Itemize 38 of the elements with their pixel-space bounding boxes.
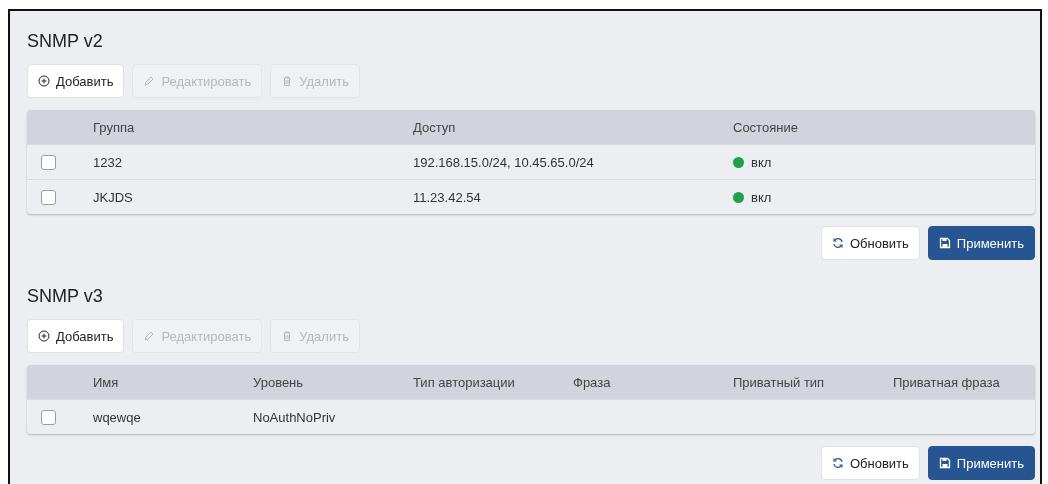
- row-checkbox[interactable]: [41, 189, 56, 205]
- row-checkbox[interactable]: [41, 154, 56, 170]
- save-icon: [938, 457, 951, 469]
- pencil-icon: [143, 330, 156, 342]
- refresh-button[interactable]: Обновить: [820, 446, 920, 480]
- table-cell-text: JKJDS: [93, 189, 134, 205]
- column-header: Состояние: [733, 119, 799, 135]
- refresh-button[interactable]: Обновить: [820, 226, 920, 260]
- column-header: Уровень: [253, 374, 305, 390]
- trash-icon: [281, 75, 294, 87]
- trash-icon: [281, 330, 294, 342]
- save-icon: [938, 237, 951, 249]
- plus-circle-icon: [38, 330, 50, 342]
- add-button[interactable]: Добавить: [27, 64, 125, 98]
- row-checkbox[interactable]: [41, 409, 56, 425]
- status-text: вкл: [751, 189, 772, 205]
- status-text: вкл: [751, 154, 772, 170]
- column-header: Имя: [93, 374, 120, 390]
- apply-button[interactable]: Применить: [927, 446, 1035, 480]
- apply-button[interactable]: Применить: [927, 226, 1035, 260]
- section-title: SNMP v2: [27, 30, 103, 53]
- column-header: Приватный тип: [733, 374, 826, 390]
- table-cell-text: 192.168.15.0/24, 10.45.65.0/24: [413, 154, 595, 170]
- table-cell-text: 11.23.42.54: [413, 189, 482, 205]
- refresh-icon: [831, 457, 844, 469]
- column-header: Приватная фраза: [893, 374, 1001, 390]
- table-cell-text: wqewqe: [93, 409, 142, 425]
- table-cell-text: 1232: [93, 154, 123, 170]
- add-button[interactable]: Добавить: [27, 319, 125, 353]
- pencil-icon: [143, 75, 156, 87]
- column-header: Тип авторизации: [413, 374, 516, 390]
- table-cell-text: NoAuthNoPriv: [253, 409, 337, 425]
- column-header: Доступ: [413, 119, 457, 135]
- column-header: Фраза: [573, 374, 612, 390]
- section-title: SNMP v3: [27, 285, 103, 308]
- refresh-icon: [831, 237, 844, 249]
- plus-circle-icon: [38, 75, 50, 87]
- column-header: Группа: [93, 119, 136, 135]
